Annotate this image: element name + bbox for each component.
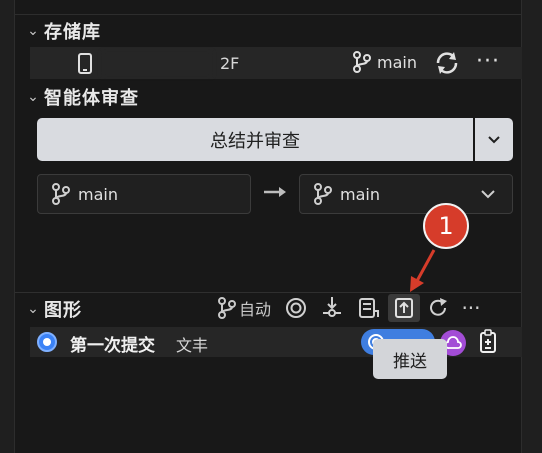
commit-row[interactable]: 第一次提交 文丰: [30, 327, 522, 357]
fetch-icon[interactable]: [314, 294, 350, 322]
refresh-icon[interactable]: [420, 294, 456, 322]
source-branch-field[interactable]: main: [37, 174, 251, 214]
scrollbar[interactable]: [521, 0, 542, 453]
push-tooltip: 推送: [373, 339, 447, 379]
commit-author: 文丰: [176, 336, 209, 355]
graph-title: 图形: [44, 300, 82, 321]
target-branch-label: main: [340, 184, 380, 204]
branch-icon: [353, 51, 371, 73]
repositories-title: 存储库: [44, 22, 101, 43]
repository-row[interactable]: 2F main ···: [30, 47, 522, 79]
chevron-down-icon: [488, 135, 500, 143]
activity-bar: [0, 0, 15, 453]
top-divider: [15, 0, 521, 15]
target-icon[interactable]: [278, 294, 314, 322]
summarize-review-button[interactable]: 总结并审查: [37, 118, 473, 161]
branch-icon: [52, 183, 70, 205]
arrow-right-icon: [264, 187, 286, 197]
chevron-down-icon: ⌄: [27, 301, 39, 317]
clipboard-icon[interactable]: [478, 329, 500, 355]
agent-review-title: 智能体审查: [44, 88, 139, 109]
chevron-down-icon: ⌄: [27, 89, 39, 105]
chevron-down-icon: ⌄: [27, 23, 39, 39]
repo-branch-label: main: [377, 52, 417, 72]
auto-branch-button[interactable]: 自动: [218, 294, 278, 322]
source-branch-label: main: [78, 184, 118, 204]
auto-label: 自动: [239, 300, 272, 319]
graph-header[interactable]: ⌄ 图形: [22, 294, 82, 324]
repositories-header[interactable]: ⌄ 存储库: [22, 16, 101, 46]
branch-icon: [314, 183, 332, 205]
more-icon[interactable]: ···: [456, 294, 486, 322]
repository-name: 2F: [220, 54, 240, 73]
annotation-badge: 1: [423, 203, 469, 249]
agent-review-header[interactable]: ⌄ 智能体审查: [22, 82, 139, 112]
repo-branch[interactable]: main: [353, 51, 417, 73]
summarize-dropdown-button[interactable]: [475, 118, 513, 161]
commit-message: 第一次提交: [70, 336, 155, 356]
branch-icon: [218, 297, 236, 319]
section-divider: [15, 292, 521, 293]
push-icon[interactable]: [388, 294, 420, 322]
more-icon[interactable]: ···: [476, 49, 500, 74]
redacted-name: [102, 52, 212, 76]
stash-icon[interactable]: [350, 294, 386, 322]
commit-node-icon: [37, 332, 57, 352]
phone-icon: [78, 53, 92, 74]
graph-toolbar: 自动 ···: [218, 294, 486, 322]
chevron-down-icon: [481, 190, 495, 199]
sync-icon[interactable]: [434, 51, 460, 75]
target-branch-select[interactable]: main: [299, 174, 513, 214]
